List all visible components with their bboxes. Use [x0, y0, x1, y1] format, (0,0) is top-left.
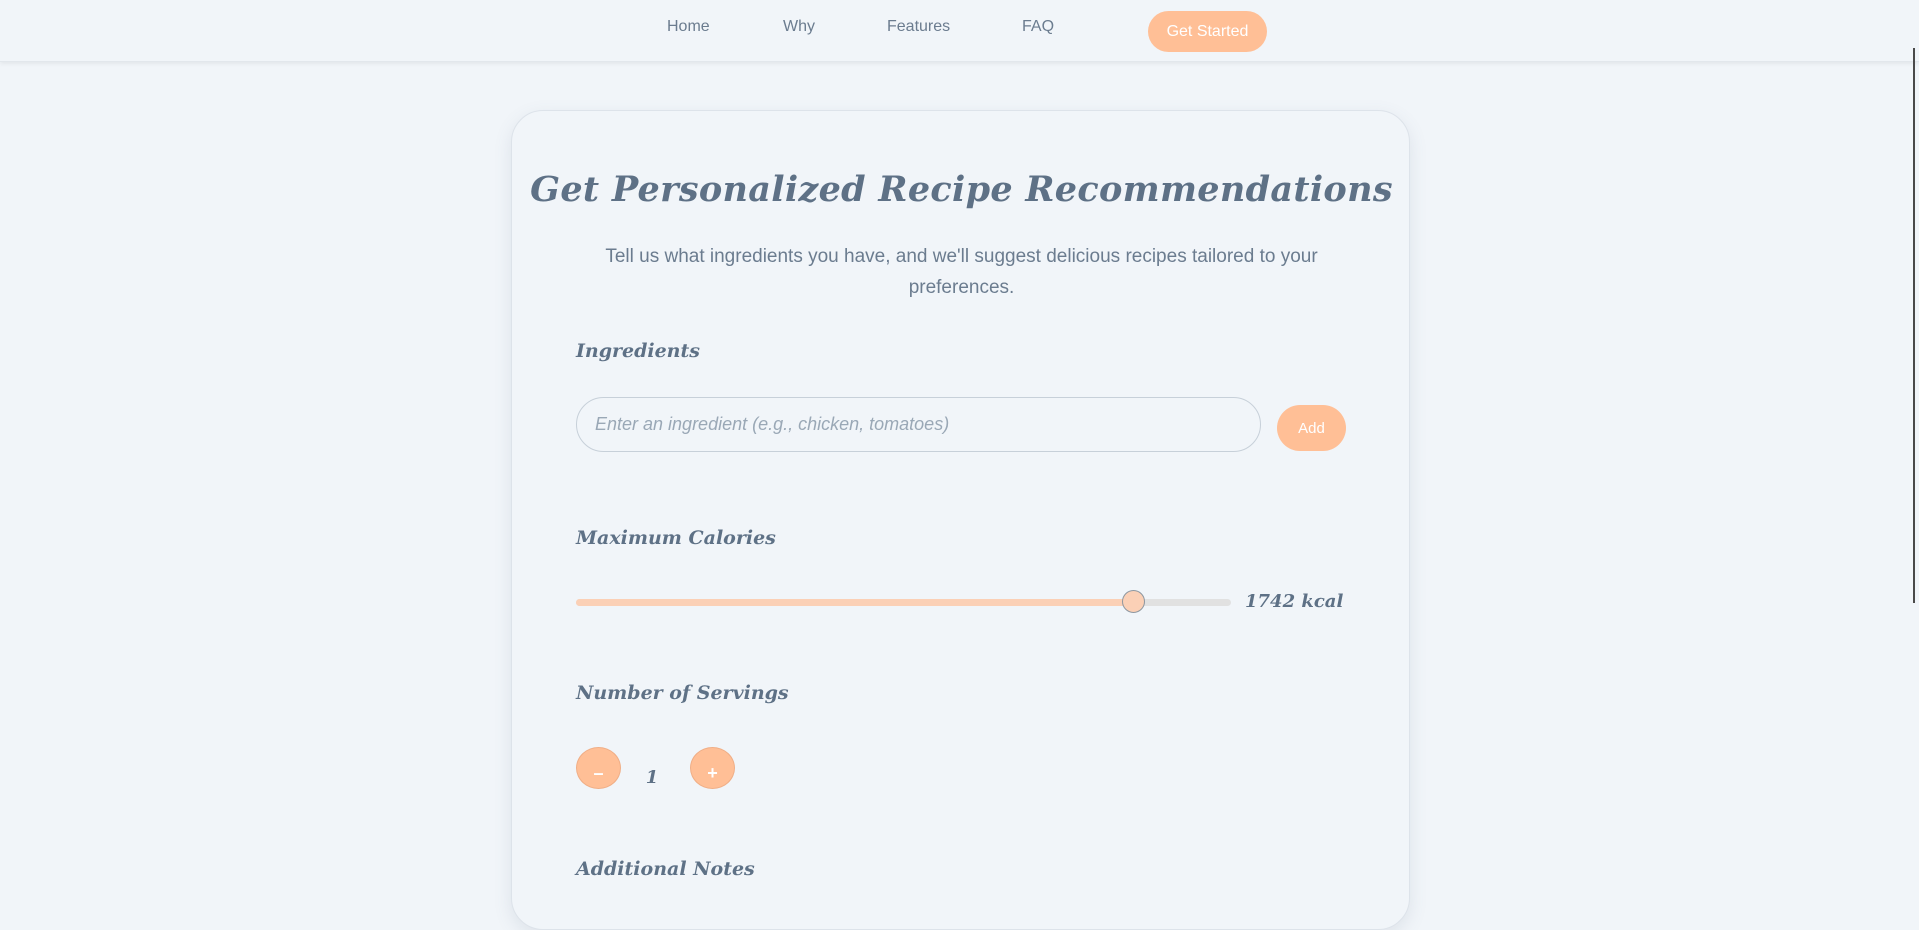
nav-link-home[interactable]: Home — [667, 18, 710, 36]
nav-link-features[interactable]: Features — [887, 18, 950, 36]
recipe-form-card: Get Personalized Recipe Recommendations … — [511, 110, 1410, 930]
nav-link-why[interactable]: Why — [783, 18, 815, 36]
servings-label: Number of Servings — [576, 682, 789, 704]
calories-value: 1742 kcal — [1245, 591, 1344, 612]
add-ingredient-button[interactable]: Add — [1277, 405, 1346, 451]
form-subtitle: Tell us what ingredients you have, and w… — [605, 246, 1318, 298]
page-scrollbar[interactable] — [1913, 48, 1915, 603]
ingredient-input[interactable] — [576, 397, 1261, 452]
servings-increment-button[interactable]: + — [690, 747, 735, 789]
max-calories-label: Maximum Calories — [576, 527, 776, 549]
nav-link-faq[interactable]: FAQ — [1022, 18, 1054, 36]
additional-notes-label: Additional Notes — [576, 858, 755, 880]
servings-decrement-button[interactable]: – — [576, 747, 621, 789]
get-started-button[interactable]: Get Started — [1148, 11, 1267, 52]
calories-slider-fill — [576, 599, 1133, 606]
calories-slider-thumb[interactable] — [1121, 590, 1145, 613]
ingredients-label: Ingredients — [576, 340, 700, 362]
servings-value: 1 — [645, 767, 659, 788]
form-title: Get Personalized Recipe Recommendations — [530, 169, 1393, 210]
top-navbar: Home Why Features FAQ Get Started — [0, 0, 1919, 62]
